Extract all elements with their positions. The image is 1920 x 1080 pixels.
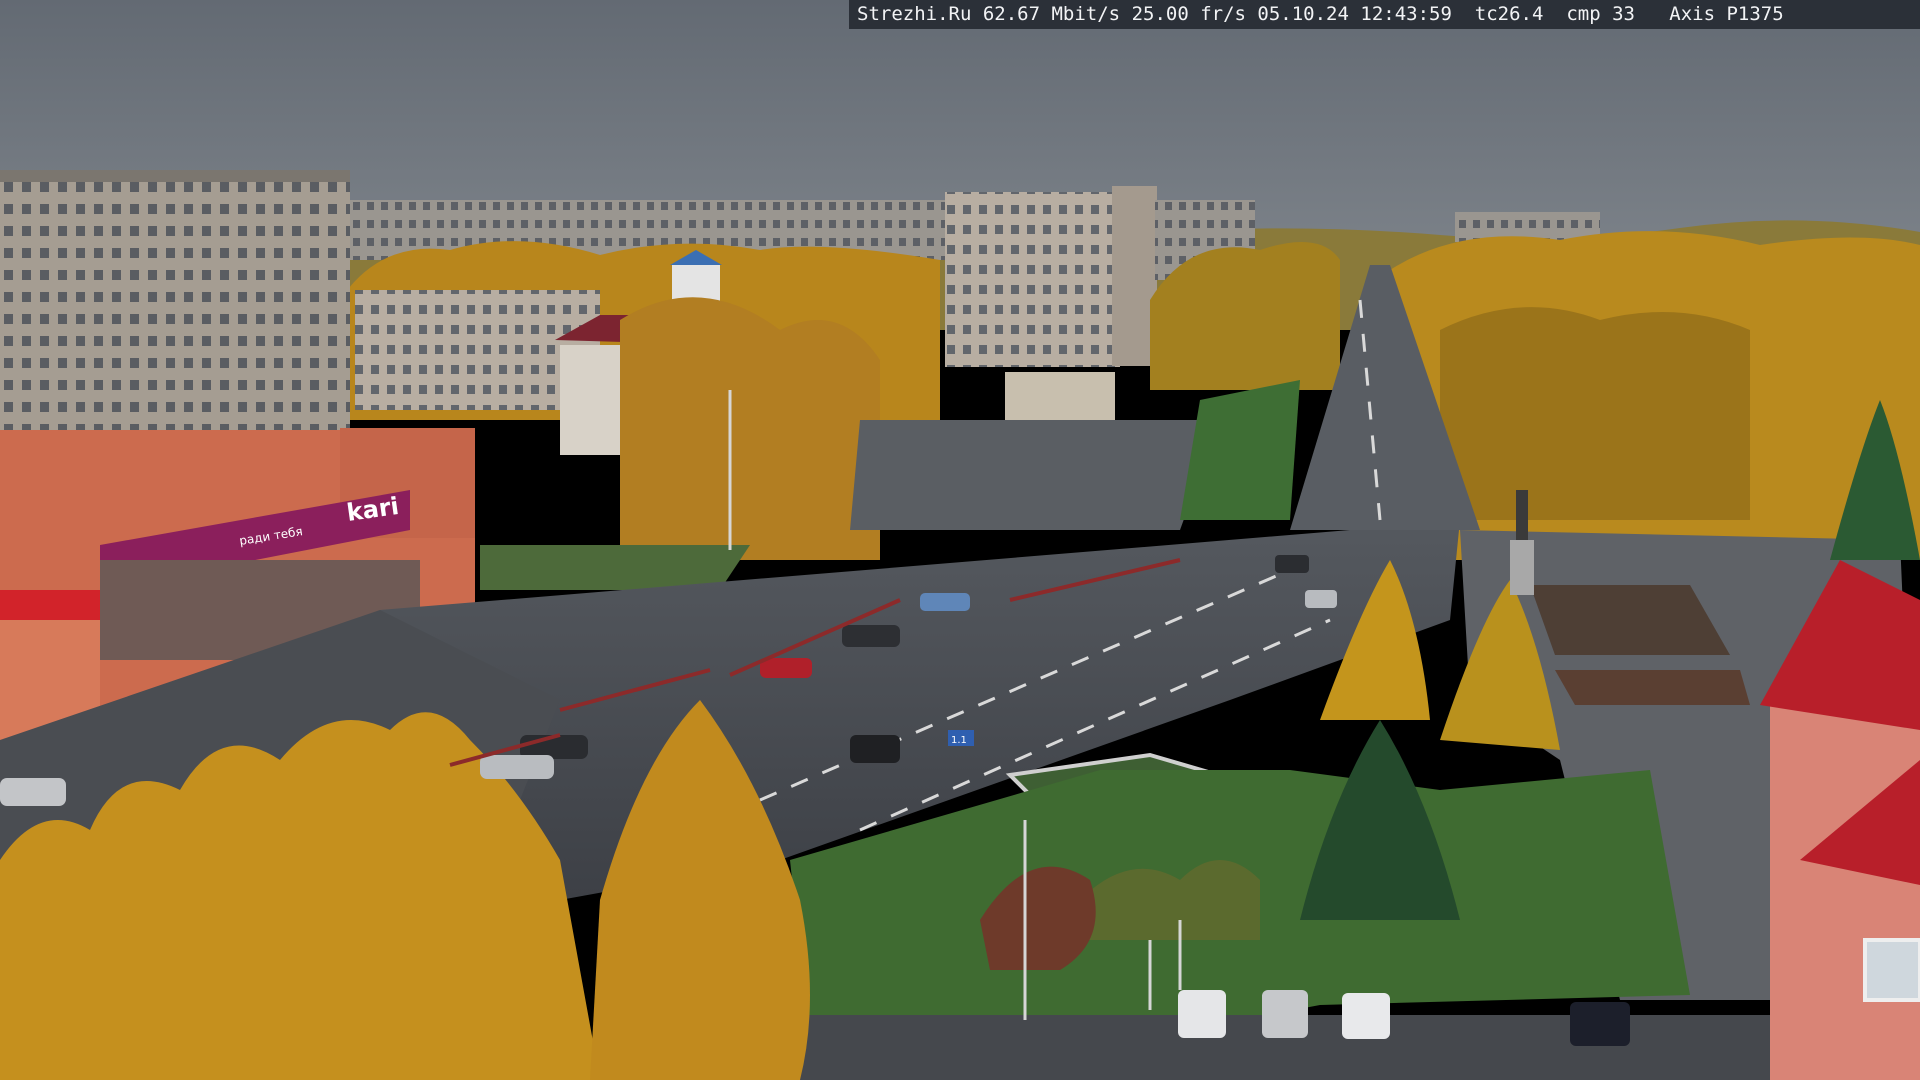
osd-site: Strezhi.Ru [857,3,972,25]
grass-median-far [1180,380,1300,520]
car [1570,1002,1630,1046]
city-view: kari ради тебя 1.1 [0,0,1920,1080]
osd-date: 05.10.24 [1257,3,1349,25]
car [0,778,66,806]
trees-left-middle [620,297,880,560]
monument-statue [1516,490,1528,540]
grove-right-dark [1440,307,1750,520]
plaza-upper [850,420,1220,530]
apartment-roof-left [0,170,350,182]
osd-time: 12:43:59 [1360,3,1452,25]
car [1305,590,1337,608]
osd-framerate: 25.00 fr/s [1131,3,1246,25]
car [1262,990,1308,1038]
car [760,658,812,678]
osd-camera-model: Axis P1375 [1669,3,1784,25]
car [1342,993,1390,1039]
tall-building-center [945,192,1120,367]
monument-pedestal [1510,540,1534,595]
car [1178,990,1226,1038]
osd-bitrate: 62.67 Mbit/s [982,3,1121,25]
osd-cmp: cmp 33 [1566,3,1635,25]
car [842,625,900,647]
car [920,593,970,611]
store-red-facade [0,590,100,625]
webcam-scene: kari ради тебя 1.1 [0,0,1920,1080]
camera-osd-overlay: Strezhi.Ru 62.67 Mbit/s 25.00 fr/s 05.10… [849,0,1920,29]
osd-tc: tc26.4 [1474,3,1544,25]
right-building-wall [1770,705,1920,1080]
route-sign-label: 1.1 [951,735,967,746]
car [480,755,554,779]
pavilion-building [1005,372,1115,420]
flower-bed-2 [1555,670,1750,705]
car [850,735,900,763]
car [1275,555,1309,573]
right-building-window [1863,938,1920,1002]
